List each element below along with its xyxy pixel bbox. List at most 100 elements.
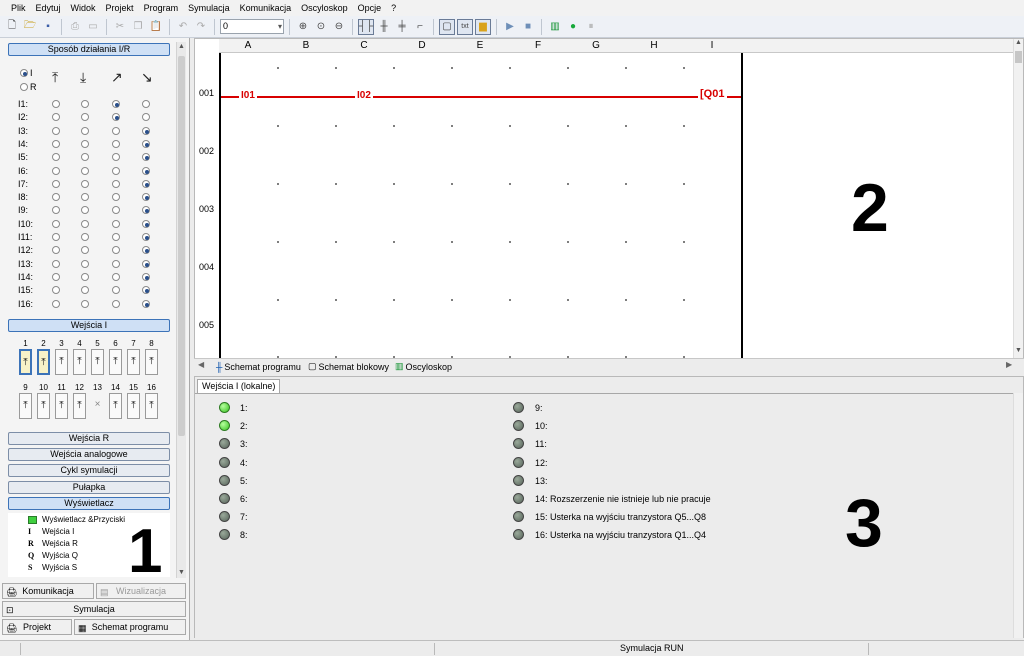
- io-mode-radio[interactable]: [142, 100, 150, 108]
- menu-oscyloskop[interactable]: Oscyloskop: [296, 0, 353, 16]
- communication-button[interactable]: 🖨 Komunikacja: [2, 583, 94, 599]
- open-folder-icon[interactable]: 🗁: [22, 19, 38, 35]
- visualization-button[interactable]: ▤ Wizualizacja: [96, 583, 186, 599]
- section-wejscia-analogowe[interactable]: Wejścia analogowe: [8, 448, 170, 461]
- io-mode-radio[interactable]: [112, 153, 120, 162]
- view-folder-icon[interactable]: ▆: [475, 18, 491, 35]
- io-mode-radio[interactable]: [52, 166, 60, 175]
- copy-icon[interactable]: ❐: [130, 19, 146, 35]
- io-mode-radio[interactable]: [81, 113, 89, 122]
- io-mode-radio[interactable]: [112, 206, 120, 215]
- cut-icon[interactable]: ✂: [112, 19, 128, 35]
- input-toggle-button[interactable]: ⤒: [109, 393, 122, 419]
- io-mode-radio[interactable]: [142, 299, 150, 308]
- io-mode-radio[interactable]: [142, 193, 150, 202]
- menu-widok[interactable]: Widok: [66, 0, 101, 16]
- io-mode-radio[interactable]: [52, 206, 60, 215]
- zoom-in-icon[interactable]: ⊕: [295, 19, 311, 35]
- tree-item-outputs-s[interactable]: S Wyjścia S: [28, 563, 77, 572]
- io-mode-radio[interactable]: [52, 246, 60, 255]
- io-mode-radio[interactable]: [142, 219, 150, 228]
- io-mode-radio[interactable]: [112, 259, 120, 268]
- tab-scroll-left-icon[interactable]: ◀: [198, 360, 204, 369]
- play-icon[interactable]: ▶: [502, 19, 518, 35]
- io-mode-radio[interactable]: [81, 206, 89, 215]
- io-mode-radio[interactable]: [81, 193, 89, 202]
- run-indicator-icon[interactable]: ●: [565, 19, 581, 35]
- input-toggle-button[interactable]: ⤒: [145, 393, 158, 419]
- mode-radio-i[interactable]: [20, 69, 28, 77]
- left-scroll-thumb[interactable]: [178, 56, 185, 436]
- io-mode-radio[interactable]: [52, 179, 60, 188]
- io-mode-radio[interactable]: [52, 139, 60, 148]
- io-mode-radio[interactable]: [81, 259, 89, 268]
- editor-scroll-thumb[interactable]: [1015, 51, 1022, 63]
- io-mode-radio[interactable]: [52, 219, 60, 228]
- io-mode-radio[interactable]: [142, 126, 150, 135]
- tab-block-schema[interactable]: ▢ Schemat blokowy: [308, 360, 389, 373]
- tab-program-schema[interactable]: ╫ Schemat programu: [216, 360, 301, 373]
- view-window-icon[interactable]: ▢: [439, 18, 455, 35]
- io-mode-radio[interactable]: [112, 166, 120, 175]
- input-toggle-button[interactable]: ⤒: [73, 349, 86, 375]
- program-editor[interactable]: A B C D E F G H I 001 002 003 004 005 I0…: [194, 38, 1024, 374]
- input-toggle-button[interactable]: ⤒: [19, 349, 32, 375]
- io-mode-radio[interactable]: [142, 139, 150, 148]
- io-mode-radio[interactable]: [81, 126, 89, 135]
- scroll-down-icon[interactable]: ▼: [178, 569, 185, 576]
- io-mode-header[interactable]: Sposób działania I/R: [8, 43, 170, 56]
- io-mode-radio[interactable]: [52, 272, 60, 281]
- input-toggle-button[interactable]: ⤒: [127, 393, 140, 419]
- io-mode-radio[interactable]: [81, 299, 89, 308]
- display-header[interactable]: Wyświetlacz: [8, 497, 170, 510]
- io-mode-radio[interactable]: [81, 166, 89, 175]
- input-toggle-button[interactable]: ⤒: [145, 349, 158, 375]
- io-mode-radio[interactable]: [52, 259, 60, 268]
- tab-scroll-right-icon[interactable]: ▶: [1006, 360, 1012, 369]
- mode-radio-r[interactable]: [20, 83, 28, 91]
- project-button[interactable]: 🖨 Projekt: [2, 619, 72, 635]
- scroll-down-icon[interactable]: ▼: [1015, 347, 1022, 354]
- menu-edytuj[interactable]: Edytuj: [31, 0, 66, 16]
- io-mode-radio[interactable]: [52, 113, 60, 122]
- io-mode-radio[interactable]: [81, 272, 89, 281]
- section-pulapka[interactable]: Pułapka: [8, 481, 170, 494]
- editor-vertical-scrollbar[interactable]: ▲ ▼: [1013, 39, 1023, 359]
- program-schema-button[interactable]: ▦ Schemat programu: [74, 619, 186, 635]
- input-toggle-button[interactable]: ⤒: [37, 393, 50, 419]
- contact-i02[interactable]: I02: [355, 90, 373, 101]
- tree-item-outputs-q[interactable]: Q Wyjścia Q: [28, 551, 78, 560]
- io-mode-radio[interactable]: [81, 100, 89, 108]
- tree-item-display[interactable]: Wyświetlacz &Przyciski: [28, 515, 125, 524]
- input-toggle-button[interactable]: ⤒: [91, 349, 104, 375]
- inputs-i-header[interactable]: Wejścia I: [8, 319, 170, 332]
- io-mode-radio[interactable]: [112, 272, 120, 281]
- io-mode-radio[interactable]: [81, 286, 89, 295]
- tree-item-inputs-i[interactable]: I Wejścia I: [28, 527, 74, 536]
- menu-plik[interactable]: Plik: [6, 0, 31, 16]
- io-mode-radio[interactable]: [142, 246, 150, 255]
- io-mode-radio[interactable]: [142, 259, 150, 268]
- series-contacts-icon[interactable]: ╪: [394, 19, 410, 35]
- io-mode-radio[interactable]: [112, 193, 120, 202]
- input-toggle-button[interactable]: ×: [91, 393, 104, 419]
- input-toggle-button[interactable]: ⤒: [55, 349, 68, 375]
- io-mode-radio[interactable]: [112, 139, 120, 148]
- stop-icon[interactable]: ■: [520, 19, 536, 35]
- undo-icon[interactable]: ↶: [175, 19, 191, 35]
- io-mode-radio[interactable]: [142, 206, 150, 215]
- io-mode-radio[interactable]: [52, 126, 60, 135]
- menu-opcje[interactable]: Opcje: [353, 0, 387, 16]
- io-mode-radio[interactable]: [81, 246, 89, 255]
- input-toggle-button[interactable]: ⤒: [73, 393, 86, 419]
- menu-help[interactable]: ?: [386, 0, 401, 16]
- coil-q01[interactable]: [Q01: [698, 88, 727, 100]
- io-mode-radio[interactable]: [142, 286, 150, 295]
- io-mode-radio[interactable]: [112, 113, 120, 122]
- io-mode-radio[interactable]: [142, 153, 150, 162]
- scroll-up-icon[interactable]: ▲: [178, 43, 185, 50]
- parallel-contact-icon[interactable]: ╫: [376, 19, 392, 35]
- contact-tool-icon[interactable]: ┤├: [358, 18, 374, 35]
- redo-icon[interactable]: ↷: [193, 19, 209, 35]
- print-preview-icon[interactable]: ▭: [85, 19, 101, 35]
